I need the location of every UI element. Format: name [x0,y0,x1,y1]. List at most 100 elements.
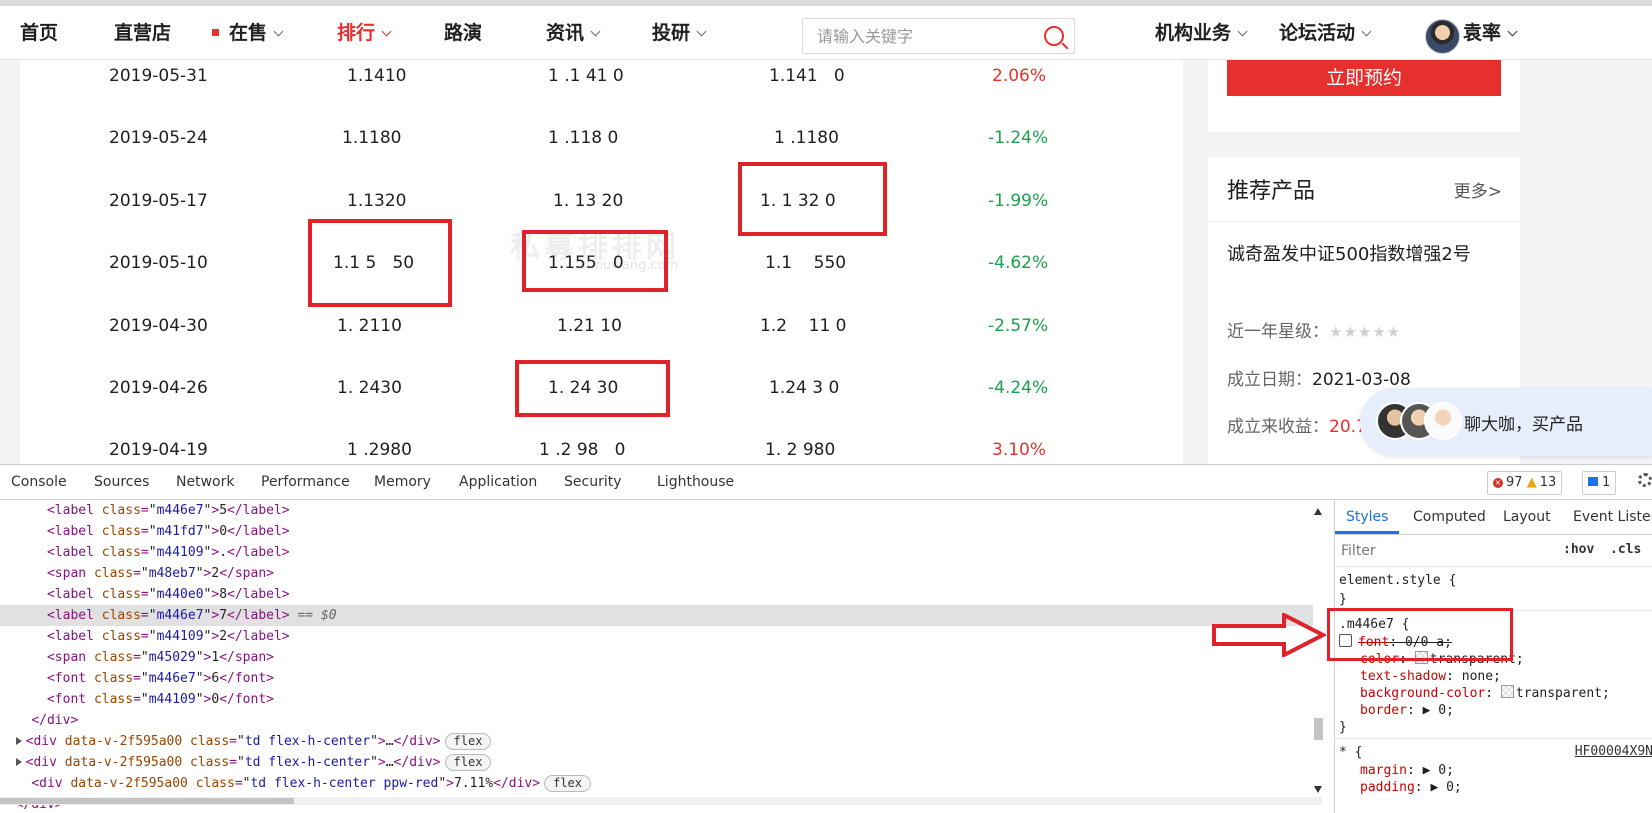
tab-memory[interactable]: Memory [374,474,431,490]
tab-application[interactable]: Application [459,474,537,490]
annotation-box [308,219,452,307]
gear-icon[interactable] [1638,473,1652,487]
nav-forum[interactable]: 论坛活动 [1279,18,1372,45]
rating-row: 近一年星级：★★★★★ [1227,317,1401,342]
scroll-down-icon[interactable] [1314,786,1322,793]
chevron-down-icon [1237,26,1248,37]
tab-event-listeners[interactable]: Event Listen [1573,509,1652,525]
unit-nav-cell: 1 .2980 [347,440,412,460]
rule-close: } [1339,592,1347,607]
nav-news[interactable]: 资讯 [546,18,601,45]
date-cell: 2019-04-26 [109,378,208,398]
tab-performance[interactable]: Performance [261,474,350,490]
table-row: 2019-04-19 1 .2980 1 .2 98 0 1. 2 980 3.… [20,440,1183,464]
stylesheet-source-link[interactable]: HF00004X9N [1575,744,1652,759]
tab-layout[interactable]: Layout [1503,509,1551,525]
dom-node-line[interactable]: <label class="m41fd7">0</label> [0,521,1318,542]
chat-widget[interactable]: 聊大咖，买产品 [1360,388,1652,456]
user-name: 袁率 [1463,22,1502,44]
unit-nav-cell: 1.1410 [347,66,407,86]
declaration-property[interactable]: border [1360,703,1407,718]
change-cell: -2.57% [988,316,1049,336]
declaration-value[interactable]: transparent; [1516,686,1610,701]
tab-security[interactable]: Security [564,474,622,490]
dom-node-line[interactable]: <div data-v-2f595a00 class="td flex-h-ce… [0,773,1318,794]
declaration-value[interactable]: none; [1462,669,1501,684]
warning-count: 13 [1539,475,1557,490]
scroll-thumb[interactable] [1314,718,1323,740]
expand-triangle-icon[interactable]: ▶ [1423,703,1431,718]
tab-network[interactable]: Network [176,474,234,490]
star-rating-icon: ★★★★★ [1329,323,1402,341]
red-square-icon [212,29,219,36]
nav-forum-label: 论坛活动 [1279,22,1356,44]
declaration-property[interactable]: padding [1360,780,1415,795]
declaration-value[interactable]: 0; [1446,780,1462,795]
scroll-up-icon[interactable] [1314,508,1322,515]
dom-node-line[interactable]: <font class="m446e7">6</font> [0,668,1318,689]
avatar[interactable] [1425,19,1460,54]
nav-on-sale-label: 在售 [229,22,268,44]
tab-sources[interactable]: Sources [94,474,149,490]
dom-node-line[interactable]: <span class="m45029">1</span> [0,647,1318,668]
declaration-value[interactable]: 0; [1438,703,1454,718]
expand-triangle-icon[interactable]: ▶ [1423,763,1431,778]
more-link[interactable]: 更多> [1454,177,1502,202]
universal-selector: * { [1339,745,1363,760]
recommend-title: 推荐产品 [1227,179,1316,204]
founded-label: 成立日期： [1227,370,1312,390]
dom-node-line[interactable]: <label class="m440e0">8</label> [0,584,1318,605]
tab-lighthouse[interactable]: Lighthouse [657,474,734,490]
search-input[interactable] [815,19,1039,53]
tab-console[interactable]: Console [11,474,67,490]
nav-direct-store[interactable]: 直营店 [114,18,171,45]
dom-node-line[interactable]: </div> [0,710,1318,731]
elements-tree: <label class="m446e7">5</label> <label c… [0,500,1322,813]
change-cell: 2.06% [992,66,1047,86]
tab-styles[interactable]: Styles [1346,509,1388,525]
change-cell: -4.24% [988,378,1049,398]
annotation-box [522,230,668,292]
user-menu[interactable]: 袁率 [1463,18,1518,45]
dom-node-line[interactable]: <label class="m44109">2</label> [0,626,1318,647]
unit-nav-cell: 1.1180 [342,128,402,148]
book-now-button[interactable]: 立即预约 [1227,60,1501,96]
product-name[interactable]: 诚奇盈发中证500指数增强2号 [1227,241,1487,268]
message-icon [1588,477,1598,486]
nav-ranking[interactable]: 排行 [337,18,392,45]
dom-node-line[interactable]: <font class="m44109">0</font> [0,689,1318,710]
cumulative-nav-cell: 1 .118 0 [548,128,619,148]
messages-badge[interactable]: 1 [1582,471,1617,495]
adjusted-nav-cell: 1.24 3 0 [769,378,840,398]
dom-node-line[interactable]: <label class="m44109">.</label> [0,542,1318,563]
nav-institution-label: 机构业务 [1155,22,1232,44]
nav-home[interactable]: 首页 [20,18,58,45]
dom-node-line[interactable]: <label class="m446e7">7</label> == $0 [0,605,1318,626]
declaration-property[interactable]: background-color [1360,686,1485,701]
search-box [802,18,1075,54]
cls-toggle[interactable]: .cls [1610,542,1641,557]
dom-node-line[interactable]: <div data-v-2f595a00 class="td flex-h-ce… [0,752,1318,773]
nav-institution[interactable]: 机构业务 [1155,18,1248,45]
search-icon[interactable] [1044,26,1064,46]
horizontal-scrollbar[interactable] [0,797,1322,805]
issues-badge[interactable]: × 97 ▲ 13 [1487,471,1563,495]
nav-on-sale[interactable]: 在售 [212,18,284,45]
color-swatch-icon[interactable] [1500,685,1514,698]
scroll-thumb[interactable] [0,798,294,804]
annotation-box [738,162,887,236]
nav-roadshow[interactable]: 路演 [444,18,482,45]
declaration-value[interactable]: 0; [1438,763,1454,778]
dom-node-line[interactable]: <div data-v-2f595a00 class="td flex-h-ce… [0,731,1318,752]
declaration-property[interactable]: margin [1360,763,1407,778]
annotation-arrow-icon [1212,613,1326,657]
hov-toggle[interactable]: :hov [1563,542,1594,557]
dom-node-line[interactable]: <label class="m446e7">5</label> [0,500,1318,521]
declaration-property[interactable]: text-shadow [1360,669,1446,684]
nav-research[interactable]: 投研 [652,18,707,45]
expand-triangle-icon[interactable]: ▶ [1430,780,1438,795]
dom-node-line[interactable]: <span class="m48eb7">2</span> [0,563,1318,584]
tab-computed[interactable]: Computed [1413,509,1486,525]
styles-filter-input[interactable] [1339,539,1557,563]
table-row: 2019-05-24 1.1180 1 .118 0 1 .1180 -1.24… [20,128,1183,190]
